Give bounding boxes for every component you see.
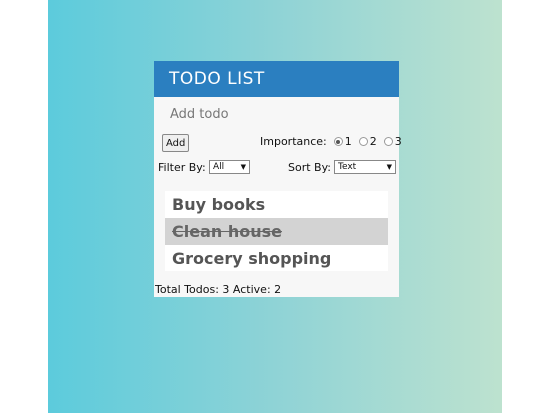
controls-row: Add Importance: 1 2 3: [154, 134, 402, 154]
filter-select[interactable]: All ▼: [209, 160, 250, 174]
active-count: 2: [274, 283, 282, 296]
radio-icon: [333, 137, 343, 146]
importance-option-2[interactable]: 2: [356, 135, 377, 148]
total-label: Total Todos:: [155, 283, 219, 296]
card-header: TODO LIST: [154, 61, 399, 97]
add-todo-input[interactable]: Add todo: [154, 97, 399, 131]
todo-item-completed[interactable]: Clean house: [165, 218, 388, 245]
todo-list: Buy books Clean house Grocery shopping: [165, 191, 388, 271]
add-button[interactable]: Add: [162, 134, 190, 152]
sort-select[interactable]: Text ▼: [334, 160, 396, 174]
filters-row: Filter By: All ▼ Sort By: Text ▼: [154, 160, 399, 176]
todo-item[interactable]: Buy books: [165, 191, 388, 218]
importance-option-3[interactable]: 3: [381, 135, 402, 148]
importance-label: Importance:: [260, 135, 327, 148]
importance-group: Importance: 1 2 3: [260, 135, 402, 148]
active-label: Active:: [232, 283, 271, 296]
dropdown-arrow-icon: ▼: [240, 163, 246, 171]
sort-label: Sort By:: [288, 161, 332, 174]
radio-icon: [358, 137, 368, 146]
total-count: 3: [222, 283, 230, 296]
page-title: TODO LIST: [169, 69, 265, 89]
todo-item[interactable]: Grocery shopping: [165, 245, 388, 272]
todo-card: TODO LIST Add todo Add Importance: 1 2 3…: [154, 61, 402, 297]
dropdown-arrow-icon: ▼: [386, 163, 392, 171]
radio-icon: [383, 137, 393, 146]
add-todo-placeholder: Add todo: [170, 106, 229, 122]
todo-stats: Total Todos: 3 Active: 2: [155, 283, 281, 296]
importance-option-1[interactable]: 1: [331, 135, 352, 148]
filter-label: Filter By:: [158, 161, 206, 174]
